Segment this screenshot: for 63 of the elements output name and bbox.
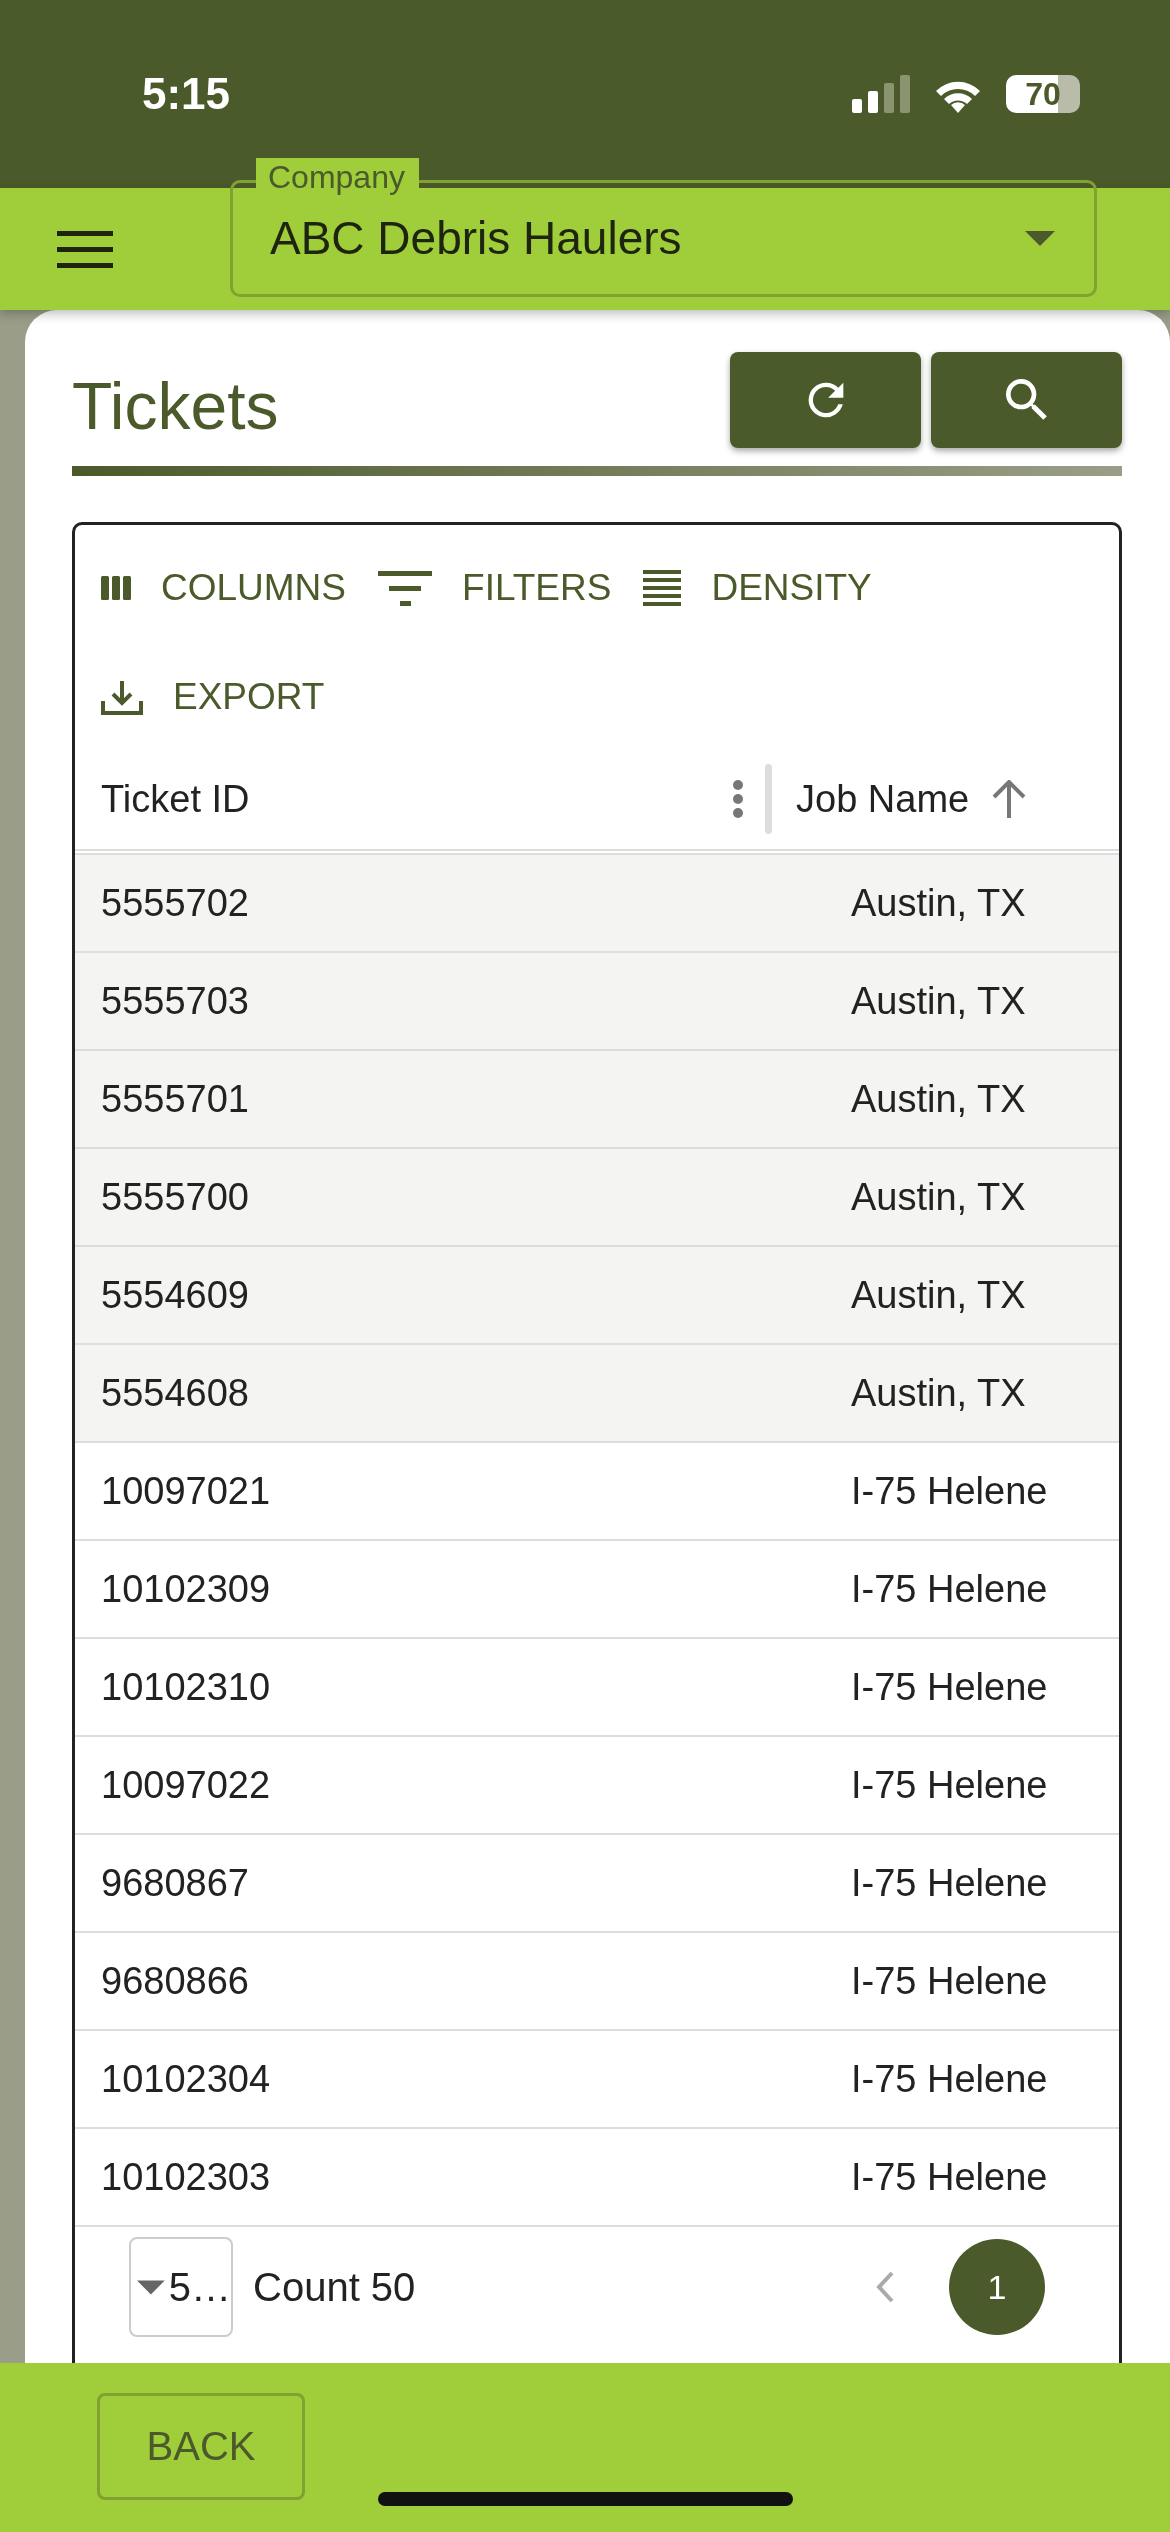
table-cell: Austin, TX: [851, 881, 1026, 925]
download-icon: [101, 679, 143, 715]
arrow-up-icon[interactable]: [991, 780, 1028, 818]
caret-icon: [1025, 230, 1055, 246]
table-cell-text: 10097021: [100, 1469, 272, 1513]
search-button[interactable]: [931, 352, 1122, 448]
back-button[interactable]: BACK: [97, 2393, 305, 2500]
toolbar-filters-button[interactable]: FILTERS: [378, 531, 630, 645]
toolbar-export-button[interactable]: EXPORT: [101, 645, 343, 749]
table-cell: Austin, TX: [851, 979, 1026, 1023]
table-cell-text: 9680866: [100, 1959, 250, 2003]
caret-icon: [137, 2279, 165, 2295]
column-header[interactable]: Job Name: [796, 777, 1028, 821]
signal-icon: [852, 75, 910, 113]
company-select[interactable]: Company ABC Debris Haulers: [230, 157, 1097, 297]
column-header[interactable]: Ticket ID: [75, 777, 765, 821]
refresh-button[interactable]: [730, 352, 921, 448]
columns-icon: [101, 576, 131, 600]
table-cell: I-75 Helene: [851, 1861, 1048, 1905]
page-button[interactable]: 1: [949, 2239, 1045, 2335]
table-row[interactable]: 5554609 Austin, TX: [75, 1247, 1119, 1345]
table-row[interactable]: 5555700 Austin, TX: [75, 1149, 1119, 1247]
table-cell: Austin, TX: [851, 1273, 1026, 1317]
table-cell: I-75 Helene: [851, 1469, 1048, 1513]
table-cell-text: 5554608: [100, 1371, 250, 1415]
table-cell-text: 5555702: [100, 881, 250, 925]
table-cell-text: 10102304: [100, 2057, 272, 2101]
toolbar-density-button[interactable]: DENSITY: [643, 531, 890, 645]
more-options-icon[interactable]: [733, 780, 743, 818]
menu-icon[interactable]: [57, 229, 113, 269]
table-row[interactable]: 5554608 Austin, TX: [75, 1345, 1119, 1443]
record-count: Count 50: [253, 2264, 417, 2310]
table-cell-text: 9680867: [100, 1861, 250, 1905]
table-cell-text: 10102309: [100, 1567, 272, 1611]
table-cell-text: 10097022: [100, 1763, 272, 1807]
table-cell: Austin, TX: [851, 1077, 1026, 1121]
table-cell-text: 10102310: [100, 1665, 272, 1709]
table-cell: I-75 Helene: [851, 2057, 1048, 2101]
filter-icon: [378, 570, 433, 606]
lines-icon: [643, 570, 682, 606]
table-cell: I-75 Helene: [851, 1665, 1048, 1709]
table-cell-text: 5555700: [100, 1175, 250, 1219]
table-row[interactable]: 5555703 Austin, TX: [75, 953, 1119, 1051]
table-cell: I-75 Helene: [851, 2155, 1048, 2199]
table-row[interactable]: 5555701 Austin, TX: [75, 1051, 1119, 1149]
table-cell: I-75 Helene: [851, 1567, 1048, 1611]
table-cell-text: 10102303: [100, 2155, 272, 2199]
battery-icon: 70: [1006, 75, 1080, 113]
status-time: 5:15: [142, 69, 231, 119]
table-cell: Austin, TX: [851, 1175, 1026, 1219]
table-row[interactable]: 5555702 Austin, TX: [75, 855, 1119, 953]
table-cell-text: 5555701: [100, 1077, 250, 1121]
select-value: ABC Debris Haulers: [270, 211, 682, 265]
page-title: Tickets: [72, 368, 280, 444]
table-cell: I-75 Helene: [851, 1959, 1048, 2003]
table-cell: Austin, TX: [851, 1371, 1026, 1415]
table-cell-text: 5555703: [100, 979, 250, 1023]
toolbar-columns-button[interactable]: COLUMNS: [101, 531, 365, 645]
column-separator: [765, 764, 772, 834]
table-cell: I-75 Helene: [851, 1763, 1048, 1807]
table-cell-text: 5554609: [100, 1273, 250, 1317]
rows-per-page-select[interactable]: 5…: [129, 2237, 233, 2337]
select-label: Company: [256, 157, 419, 196]
